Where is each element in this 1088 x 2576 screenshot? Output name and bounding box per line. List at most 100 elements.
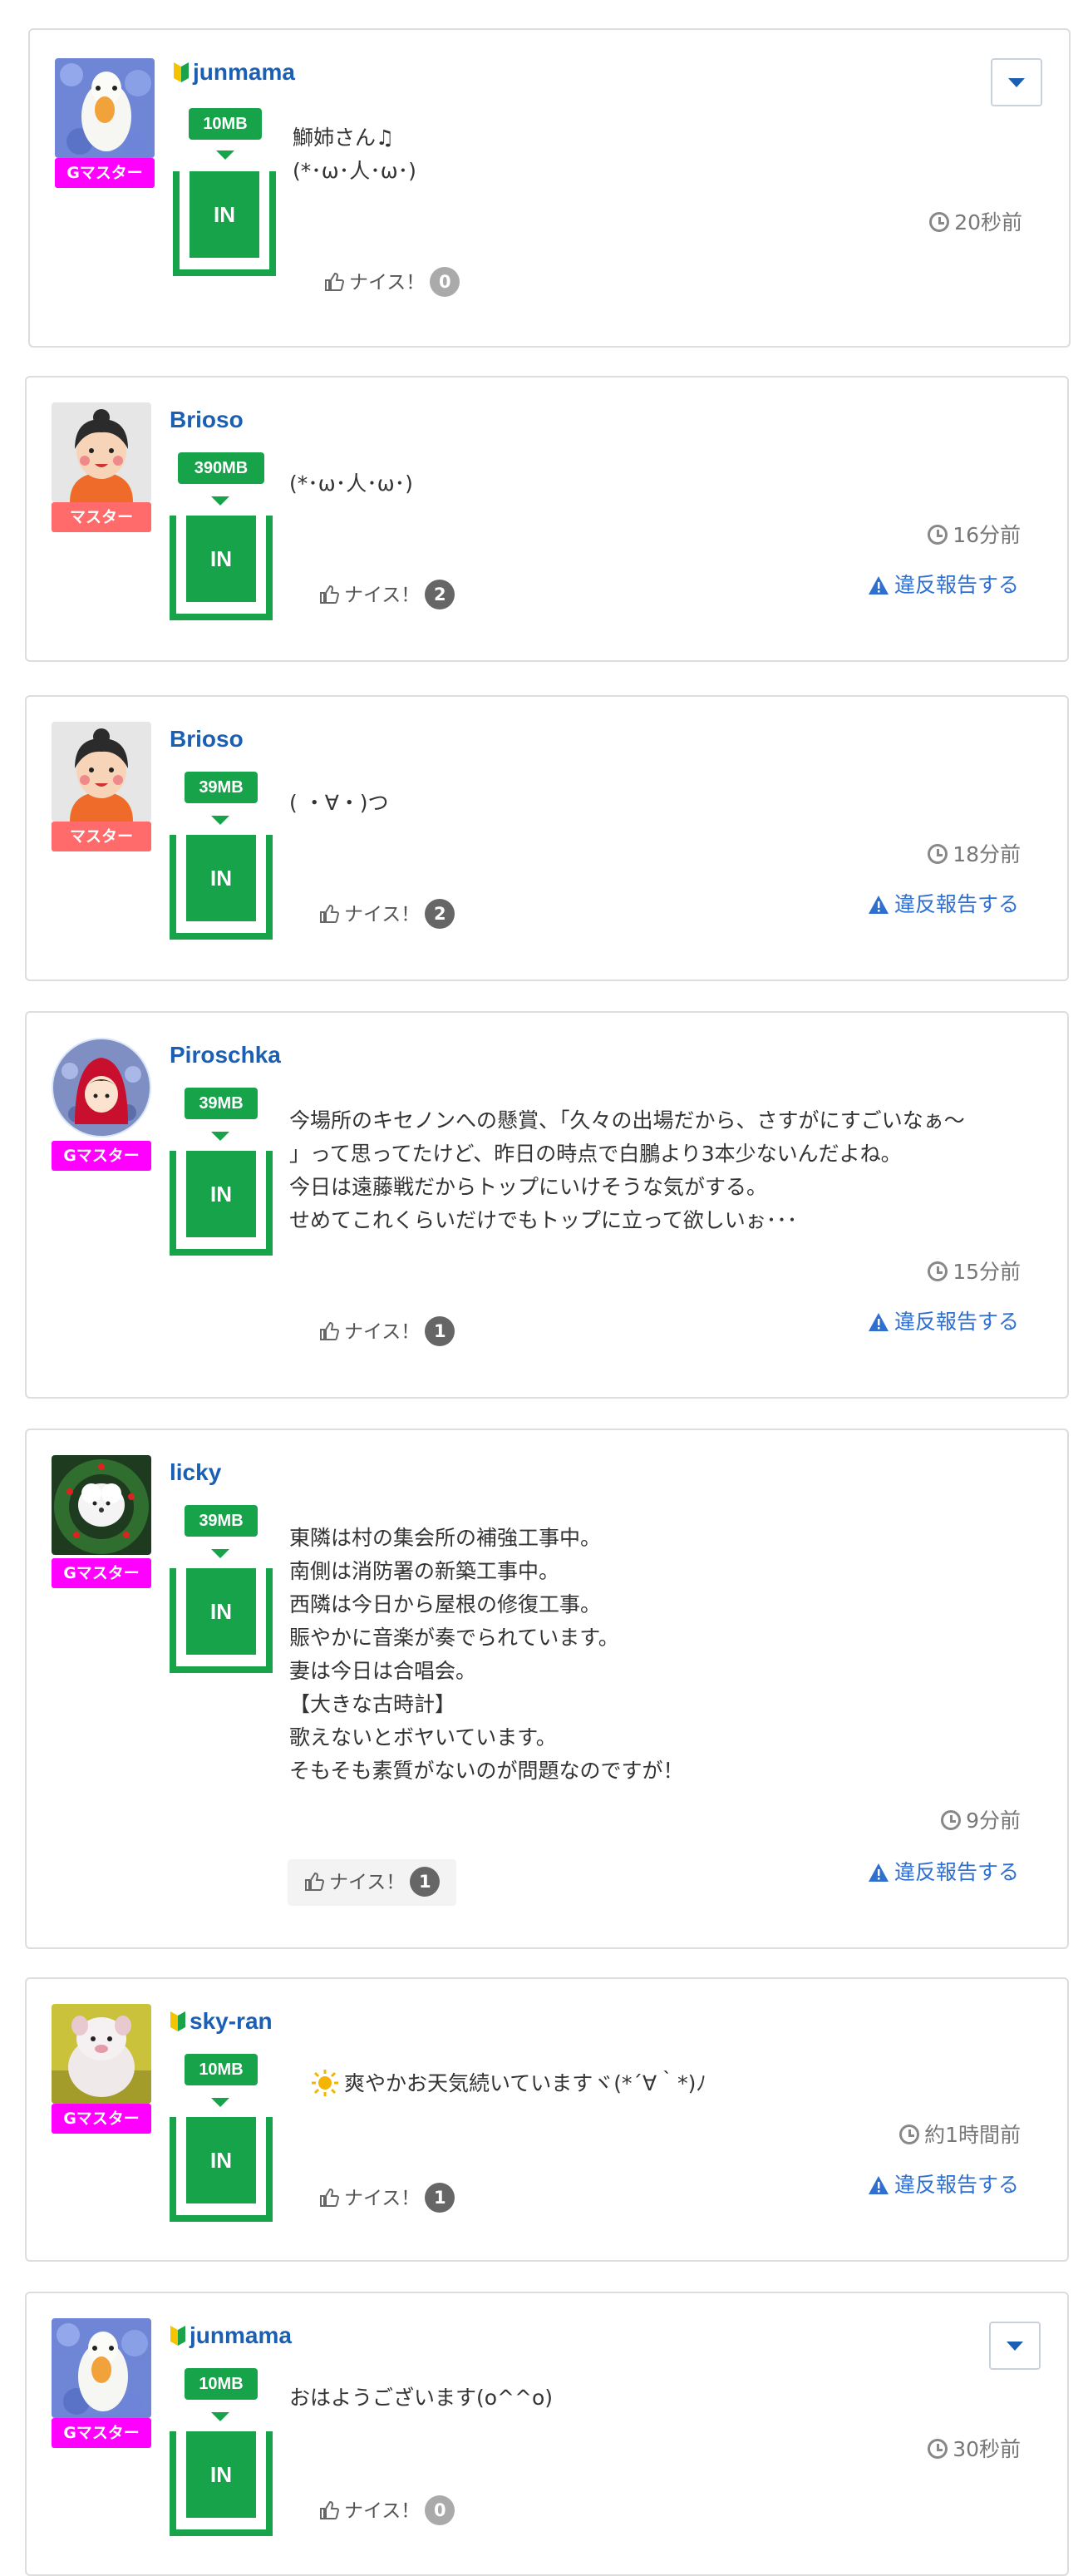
clock-icon [928,1261,948,1281]
nice-button[interactable]: ナイス！ 1 [303,2175,471,2222]
nice-button[interactable]: ナイス！ 0 [303,2488,471,2534]
in-label: IN [186,2117,256,2203]
in-box: IN [170,2431,273,2536]
post-message: 鰤姉さん♫ (*･ω･人･ω･) [293,126,416,183]
nice-label: ナイス！ [344,2188,421,2209]
mb-badge: 39MB [185,772,258,803]
warning-icon [868,2176,889,2194]
post-message: 今場所のキセノンへの懸賞、「久々の出場だから、さすがにすごいなぁ〜 」って思って… [289,1108,965,1232]
post-time: 20秒前 [929,210,1022,236]
thumbs-up-icon [325,272,344,291]
clock-icon [941,1810,962,1830]
rank-badge: マスター [52,502,151,532]
report-link[interactable]: 違反報告する [868,1309,1019,1335]
mb-badge: 39MB [185,1505,258,1537]
nice-button[interactable]: ナイス！ 1 [303,1309,471,1355]
time-text: 15分前 [953,1260,1021,1284]
mb-badge: 390MB [178,452,264,484]
in-box: IN [170,516,273,620]
username: Brioso [170,726,244,752]
avatar[interactable] [55,58,155,158]
time-text: 16分前 [953,523,1021,547]
report-link[interactable]: 違反報告する [868,891,1019,918]
post-message: 爽やかお天気続いていますヾ(*´∀｀*)ﾉ [344,2071,706,2095]
post-message: おはようございます(o^^o) [289,2386,553,2410]
like-count: 1 [425,2183,455,2213]
avatar[interactable] [52,2004,151,2104]
like-count: 0 [425,2495,455,2525]
username-link[interactable]: Brioso [170,406,244,434]
username-link[interactable]: Piroschka [170,1041,281,1069]
nice-label: ナイス！ [344,1321,421,1343]
nice-button[interactable]: ナイス！ 1 [288,1859,457,1906]
username-link[interactable]: Brioso [170,725,244,753]
in-label: IN [190,171,259,258]
in-box: IN [170,2117,273,2222]
like-count: 1 [425,1316,455,1346]
username-link[interactable]: junmama [173,58,295,86]
avatar[interactable] [52,1038,151,1137]
time-text: 30秒前 [953,2437,1021,2461]
username-link[interactable]: licky [170,1458,221,1487]
post-card: マスター Brioso 39MB IN ( ・∀・)つ 18分前 違反報告する … [25,695,1069,981]
clock-icon [928,525,948,545]
beginner-mark-icon [174,62,189,82]
warning-icon [868,576,889,595]
mb-badge: 39MB [185,1088,258,1119]
like-count: 0 [430,267,460,297]
username-link[interactable]: sky-ran [170,2007,273,2036]
in-box: IN [170,1151,273,1256]
time-text: 20秒前 [954,210,1022,234]
thumbs-up-icon [320,904,339,923]
avatar[interactable] [52,1455,151,1555]
rank-badge: Gマスター [52,1558,151,1588]
mb-arrow [211,496,229,506]
in-label: IN [186,516,256,602]
sun-emoji-icon [312,2070,338,2096]
post-message: 東隣は村の集会所の補強工事中。 南側は消防署の新築工事中。 西隣は今日から屋根の… [289,1526,684,1783]
thumbs-up-icon [320,585,339,604]
like-count: 2 [425,580,455,609]
post-card: Gマスター Piroschka 39MB IN 今場所のキセノンへの懸賞、「久々… [25,1011,1069,1399]
nice-button[interactable]: ナイス！ 2 [303,891,471,938]
mb-arrow [211,1132,229,1141]
avatar[interactable] [52,402,151,502]
nice-label: ナイス！ [344,585,421,606]
avatar[interactable] [52,2318,151,2418]
in-label: IN [186,1568,256,1655]
post-time: 約1時間前 [899,2122,1021,2149]
menu-dropdown-button[interactable] [991,58,1042,106]
in-box: IN [173,171,276,276]
nice-button[interactable]: ナイス！ 2 [303,572,471,619]
nice-button[interactable]: ナイス！ 0 [308,259,476,306]
avatar[interactable] [52,722,151,822]
warning-icon [868,1313,889,1331]
in-box: IN [170,835,273,940]
post-time: 18分前 [928,841,1021,868]
username: licky [170,1459,222,1485]
report-link[interactable]: 違反報告する [868,572,1019,599]
thumbs-up-icon [305,1872,324,1891]
username-link[interactable]: junmama [170,2322,292,2350]
post-card: Gマスター sky-ran 10MB IN 爽やかお天気続いていますヾ(*´∀｀… [25,1977,1069,2262]
rank-badge: Gマスター [52,2104,151,2134]
post-time: 16分前 [928,522,1021,549]
report-text: 違反報告する [894,892,1019,916]
mb-arrow [211,1549,229,1558]
report-link[interactable]: 違反報告する [868,2172,1019,2198]
username: sky-ran [190,2008,273,2034]
report-text: 違反報告する [894,1310,1019,1334]
report-text: 違反報告する [894,2173,1019,2197]
in-label: IN [186,1151,256,1237]
username: junmama [190,2322,292,2348]
in-box: IN [170,1568,273,1673]
thumbs-up-icon [320,2188,339,2207]
nice-label: ナイス！ [349,272,426,294]
warning-icon [868,1863,889,1882]
clock-icon [928,2439,948,2459]
post-time: 30秒前 [928,2436,1021,2463]
mb-arrow [211,816,229,825]
menu-dropdown-button[interactable] [989,2322,1041,2370]
report-link[interactable]: 違反報告する [868,1859,1019,1886]
mb-badge: 10MB [185,2054,258,2085]
